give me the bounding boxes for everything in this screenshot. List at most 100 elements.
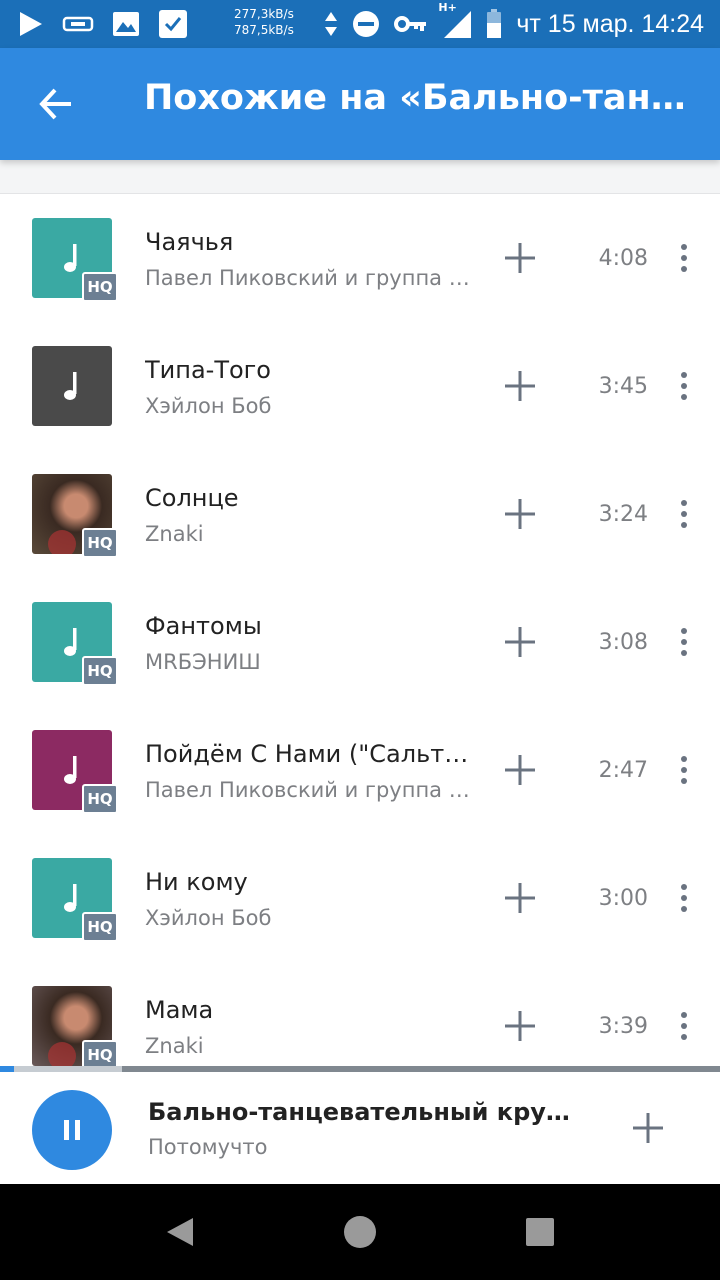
plus-icon xyxy=(505,499,535,529)
hq-badge: HQ xyxy=(82,528,118,558)
add-track-button[interactable] xyxy=(496,490,544,538)
data-arrows-icon xyxy=(324,11,338,37)
track-title: Мама xyxy=(145,996,214,1024)
hq-badge: HQ xyxy=(82,656,118,686)
track-duration: 3:08 xyxy=(598,630,648,655)
network-speed: 277,3kB/s 787,5kB/s xyxy=(234,6,294,38)
track-duration: 3:39 xyxy=(598,1014,648,1039)
track-list[interactable]: HQ Чаячья Павел Пиковский и группа Хьюго 4:… xyxy=(0,194,720,1066)
speed-down: 787,5kB/s xyxy=(234,23,294,37)
track-duration: 3:24 xyxy=(598,502,648,527)
signal-icon: H+ xyxy=(438,1,472,39)
track-duration: 2:47 xyxy=(598,758,648,783)
music-note-icon xyxy=(64,372,77,400)
track-row[interactable]: HQ Пойдём С Нами ("Сальто Назад") Павел Пи… xyxy=(0,706,720,834)
more-vertical-icon xyxy=(681,244,687,272)
hq-badge: HQ xyxy=(82,272,118,302)
nav-back-icon xyxy=(167,1218,193,1246)
track-row[interactable]: HQ Фантомы MRБЭНИШ 3:08 xyxy=(0,578,720,706)
status-datetime: чт 15 мар. 14:24 xyxy=(516,9,704,38)
player-track-title: Бально-танцевательный кружок xyxy=(148,1098,588,1126)
track-artist: Хэйлон Боб xyxy=(145,394,272,418)
do-not-disturb-icon xyxy=(352,10,380,38)
track-title: Пойдём С Нами ("Сальто Назад") xyxy=(145,740,470,768)
more-vertical-icon xyxy=(681,500,687,528)
track-artist: Znaki xyxy=(145,522,204,546)
plus-icon xyxy=(505,1011,535,1041)
track-row[interactable]: Типа-Того Хэйлон Боб 3:45 xyxy=(0,322,720,450)
nav-recents-icon xyxy=(526,1218,554,1246)
track-row[interactable]: HQ Мама Znaki 3:39 xyxy=(0,962,720,1066)
add-track-button[interactable] xyxy=(496,234,544,282)
list-header-divider xyxy=(0,160,720,194)
mini-player[interactable]: Бально-танцевательный кружок Потомучто xyxy=(0,1072,720,1184)
music-note-icon xyxy=(64,756,77,784)
track-row[interactable]: HQ Ни кому Хэйлон Боб 3:00 xyxy=(0,834,720,962)
plus-icon xyxy=(633,1113,663,1143)
page-title: Похожие на «Бально-танцевательный кружок… xyxy=(144,78,694,118)
more-vertical-icon xyxy=(681,1012,687,1040)
track-artist: Znaki xyxy=(145,1034,204,1058)
track-duration: 4:08 xyxy=(598,246,648,271)
add-track-button[interactable] xyxy=(496,746,544,794)
more-options-button[interactable] xyxy=(664,618,704,666)
track-title: Чаячья xyxy=(145,228,234,256)
pause-button[interactable] xyxy=(32,1090,112,1170)
music-note-icon xyxy=(64,884,77,912)
add-track-button[interactable] xyxy=(496,1002,544,1050)
speed-up: 277,3kB/s xyxy=(234,7,294,21)
plus-icon xyxy=(505,371,535,401)
nav-back-button[interactable] xyxy=(148,1200,212,1264)
more-vertical-icon xyxy=(681,756,687,784)
music-note-icon xyxy=(64,244,77,272)
track-artist: Хэйлон Боб xyxy=(145,906,272,930)
more-vertical-icon xyxy=(681,884,687,912)
plus-icon xyxy=(505,883,535,913)
track-title: Солнце xyxy=(145,484,239,512)
plus-icon xyxy=(505,755,535,785)
add-track-button[interactable] xyxy=(496,362,544,410)
nav-home-button[interactable] xyxy=(328,1200,392,1264)
track-title: Типа-Того xyxy=(145,356,271,384)
nav-home-icon xyxy=(344,1216,376,1248)
track-title: Ни кому xyxy=(145,868,248,896)
play-notification-icon xyxy=(18,10,44,38)
hq-badge: HQ xyxy=(82,784,118,814)
task-check-icon xyxy=(158,9,188,39)
vpn-key-icon xyxy=(394,14,428,34)
track-row[interactable]: HQ Чаячья Павел Пиковский и группа Хьюго 4:… xyxy=(0,194,720,322)
status-bar: 277,3kB/s 787,5kB/s H+ чт 15 мар. 14:24 xyxy=(0,0,720,48)
track-row[interactable]: HQ Солнце Znaki 3:24 xyxy=(0,450,720,578)
track-duration: 3:45 xyxy=(598,374,648,399)
track-artist: Павел Пиковский и группа Хьюго xyxy=(145,266,470,290)
back-arrow-icon xyxy=(39,88,71,120)
pause-icon xyxy=(64,1120,80,1140)
plus-icon xyxy=(505,627,535,657)
image-notification-icon xyxy=(112,11,140,37)
track-title: Фантомы xyxy=(145,612,262,640)
hq-badge: HQ xyxy=(82,1040,118,1066)
more-options-button[interactable] xyxy=(664,362,704,410)
more-options-button[interactable] xyxy=(664,490,704,538)
add-track-button[interactable] xyxy=(496,874,544,922)
app-bar: Похожие на «Бально-танцевательный кружок… xyxy=(0,48,720,160)
hq-badge: HQ xyxy=(82,912,118,942)
battery-icon xyxy=(486,9,502,39)
player-track-artist: Потомучто xyxy=(148,1135,268,1159)
nav-recents-button[interactable] xyxy=(508,1200,572,1264)
network-type: H+ xyxy=(438,1,457,14)
music-note-icon xyxy=(64,628,77,656)
back-button[interactable] xyxy=(24,72,88,136)
add-track-button[interactable] xyxy=(496,618,544,666)
more-vertical-icon xyxy=(681,372,687,400)
system-nav-bar xyxy=(0,1184,720,1280)
track-artist: Павел Пиковский и группа Хьюго xyxy=(145,778,470,802)
more-options-button[interactable] xyxy=(664,234,704,282)
player-add-button[interactable] xyxy=(624,1104,672,1152)
more-options-button[interactable] xyxy=(664,874,704,922)
more-options-button[interactable] xyxy=(664,1002,704,1050)
more-options-button[interactable] xyxy=(664,746,704,794)
plus-icon xyxy=(505,243,535,273)
usb-debug-icon xyxy=(62,13,94,35)
track-artist: MRБЭНИШ xyxy=(145,650,261,674)
